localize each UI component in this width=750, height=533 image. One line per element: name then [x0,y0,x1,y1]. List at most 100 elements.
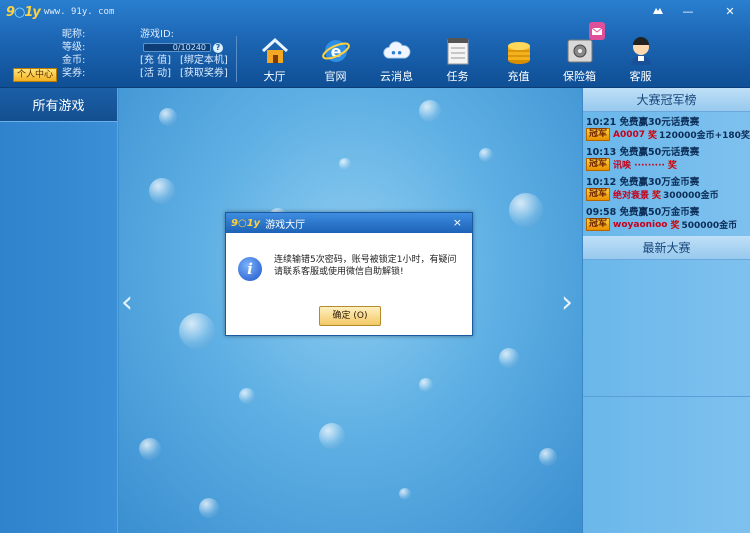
nickname-label: 昵称: [62,29,86,40]
nav-tasks[interactable]: 任务 [427,32,488,84]
dialog-logo: 9○1y [231,217,261,229]
water-drop [419,100,441,122]
nav-cloud-message[interactable]: 云消息 [366,32,427,84]
nav-hall-label: 大厅 [263,70,286,83]
nav-recharge[interactable]: 充值 [488,32,549,84]
dialog-message: 连续输错5次密码，账号被锁定1小时，有疑问请联系客服或使用微信自助解锁! [274,255,457,277]
water-drop [179,313,215,349]
water-drop [399,488,411,500]
bind-device-link[interactable]: [绑定本机] [180,54,228,67]
gold-label: 金币: [62,55,86,66]
help-icon[interactable]: ? [213,43,223,53]
recharge-link[interactable]: [充 值] [140,54,171,67]
latest-matches-title: 最新大赛 [583,236,750,260]
info-icon: i [238,257,262,281]
level-label: 等级: [62,42,86,53]
champion-entry[interactable]: 09:58 免费赢50万金币赛 冠军 woyaonioo 奖 500000金币 [583,202,750,232]
game-id-label: 游戏ID: [140,29,175,40]
champion-event: 10:12 免费赢30万金币赛 [586,177,700,188]
main-nav: 大厅 e 官网 云消息 任务 充值 保险箱 客服 [244,32,671,84]
water-drop [479,148,493,162]
ie-icon: e [321,36,351,66]
notepad-icon [443,36,473,66]
prev-arrow-icon[interactable]: ‹ [121,288,139,318]
coins-icon [504,36,534,66]
window-controls: — [680,5,696,18]
champion-entry[interactable]: 10:21 免费赢30元话费赛 冠军 A0007 奖 120000金币+180奖 [583,112,750,142]
user-info: 昵称: 游戏ID: 等级: 金币: [充 值] [绑定本机] 奖券: [活 动] [获取奖… [62,28,232,80]
panel-divider [583,396,750,397]
safe-icon [565,36,595,66]
nav-website[interactable]: e 官网 [305,32,366,84]
champion-event: 10:13 免费赢50元话费赛 [586,147,700,158]
activity-link[interactable]: [活 动] [140,67,171,80]
nav-hall[interactable]: 大厅 [244,32,305,84]
dialog-titlebar: 9○1y 游戏大厅 × [226,213,472,233]
champion-badge: 冠军 [586,158,611,171]
water-drop [339,158,351,170]
ok-button[interactable]: 确定 (O) [319,306,381,326]
nav-cloud-message-label: 云消息 [380,70,413,83]
top-bar: 9○1y www. 91y. com — ✕ 昵称: 游戏ID: 等级: 金币: [… [0,0,750,88]
champion-player: woyaonioo [613,219,668,230]
champion-event: 10:21 免费赢30元话费赛 [586,117,700,128]
skin-icon[interactable] [650,5,666,17]
dialog-body: i 连续输错5次密码，账号被锁定1小时，有疑问请联系客服或使用微信自助解锁! 确… [226,233,472,335]
water-drop [539,448,557,466]
champion-entry[interactable]: 10:12 免费赢30万金币赛 冠军 绝对衰景 奖 300000金币 [583,172,750,202]
water-drop [419,378,433,392]
champion-player: 讯唉 ········· [613,161,665,171]
water-drop [239,388,255,404]
champion-event: 09:58 免费赢50万金币赛 [586,207,700,218]
all-games-tab[interactable]: 所有游戏 [0,88,117,122]
nav-service-label: 客服 [629,70,652,83]
skin-controls [650,5,666,17]
champion-player: A0007 [613,129,646,140]
champions-title: 大赛冠军榜 [583,88,750,112]
toolbar-divider [236,36,237,82]
prize-label: 奖 [652,191,662,201]
nav-website-label: 官网 [324,70,347,83]
prize-label: 奖 [670,221,680,231]
water-drop [139,438,161,460]
prize-label: 奖 [648,131,658,141]
prize-label: 奖 [667,161,677,171]
champion-badge: 冠军 [586,188,611,201]
ticket-label: 奖券: [62,68,86,79]
dialog-close-button[interactable]: × [453,216,462,229]
next-arrow-icon[interactable]: › [561,288,579,318]
nav-safe-box-label: 保险箱 [563,70,596,83]
champion-entry[interactable]: 10:13 免费赢50元话费赛 冠军 讯唉 ········· 奖 [583,142,750,172]
alert-dialog: 9○1y 游戏大厅 × i 连续输错5次密码，账号被锁定1小时，有疑问请联系客服… [225,212,473,336]
champion-prize: 300000金币 [663,191,719,201]
get-ticket-link[interactable]: [获取奖券] [180,67,228,80]
cloud-icon [382,36,412,66]
exp-bar: 0/10240 [143,43,211,52]
nav-tasks-label: 任务 [446,70,469,83]
nav-recharge-label: 充值 [507,70,530,83]
home-icon [260,36,290,66]
champion-prize: 120000金币+180奖 [659,131,750,141]
right-panel: 大赛冠军榜 10:21 免费赢30元话费赛 冠军 A0007 奖 120000金… [582,88,750,533]
water-drop [159,108,177,126]
minimize-button[interactable]: — [680,5,696,18]
water-drop [199,498,219,518]
water-drop [499,348,519,368]
champion-player: 绝对衰景 [613,191,650,201]
dialog-title: 游戏大厅 [265,219,306,231]
nav-safe-box[interactable]: 保险箱 [549,32,610,84]
close-window-button[interactable]: ✕ [722,5,738,18]
app-logo: 9○1y www. 91y. com [6,4,114,20]
water-drop [149,178,175,204]
personal-center-button[interactable]: 个人中心 [13,68,57,82]
champion-badge: 冠军 [586,218,611,231]
logo-url: www. 91y. com [43,7,115,17]
champion-prize: 500000金币 [681,221,738,231]
nav-service[interactable]: 客服 [610,32,671,84]
champion-badge: 冠军 [586,128,611,141]
water-drop [509,193,543,227]
game-sidebar: 所有游戏 [0,88,118,533]
close-controls: ✕ [722,5,738,18]
water-drop [319,423,345,449]
logo-mark: 9○1y [6,4,41,20]
